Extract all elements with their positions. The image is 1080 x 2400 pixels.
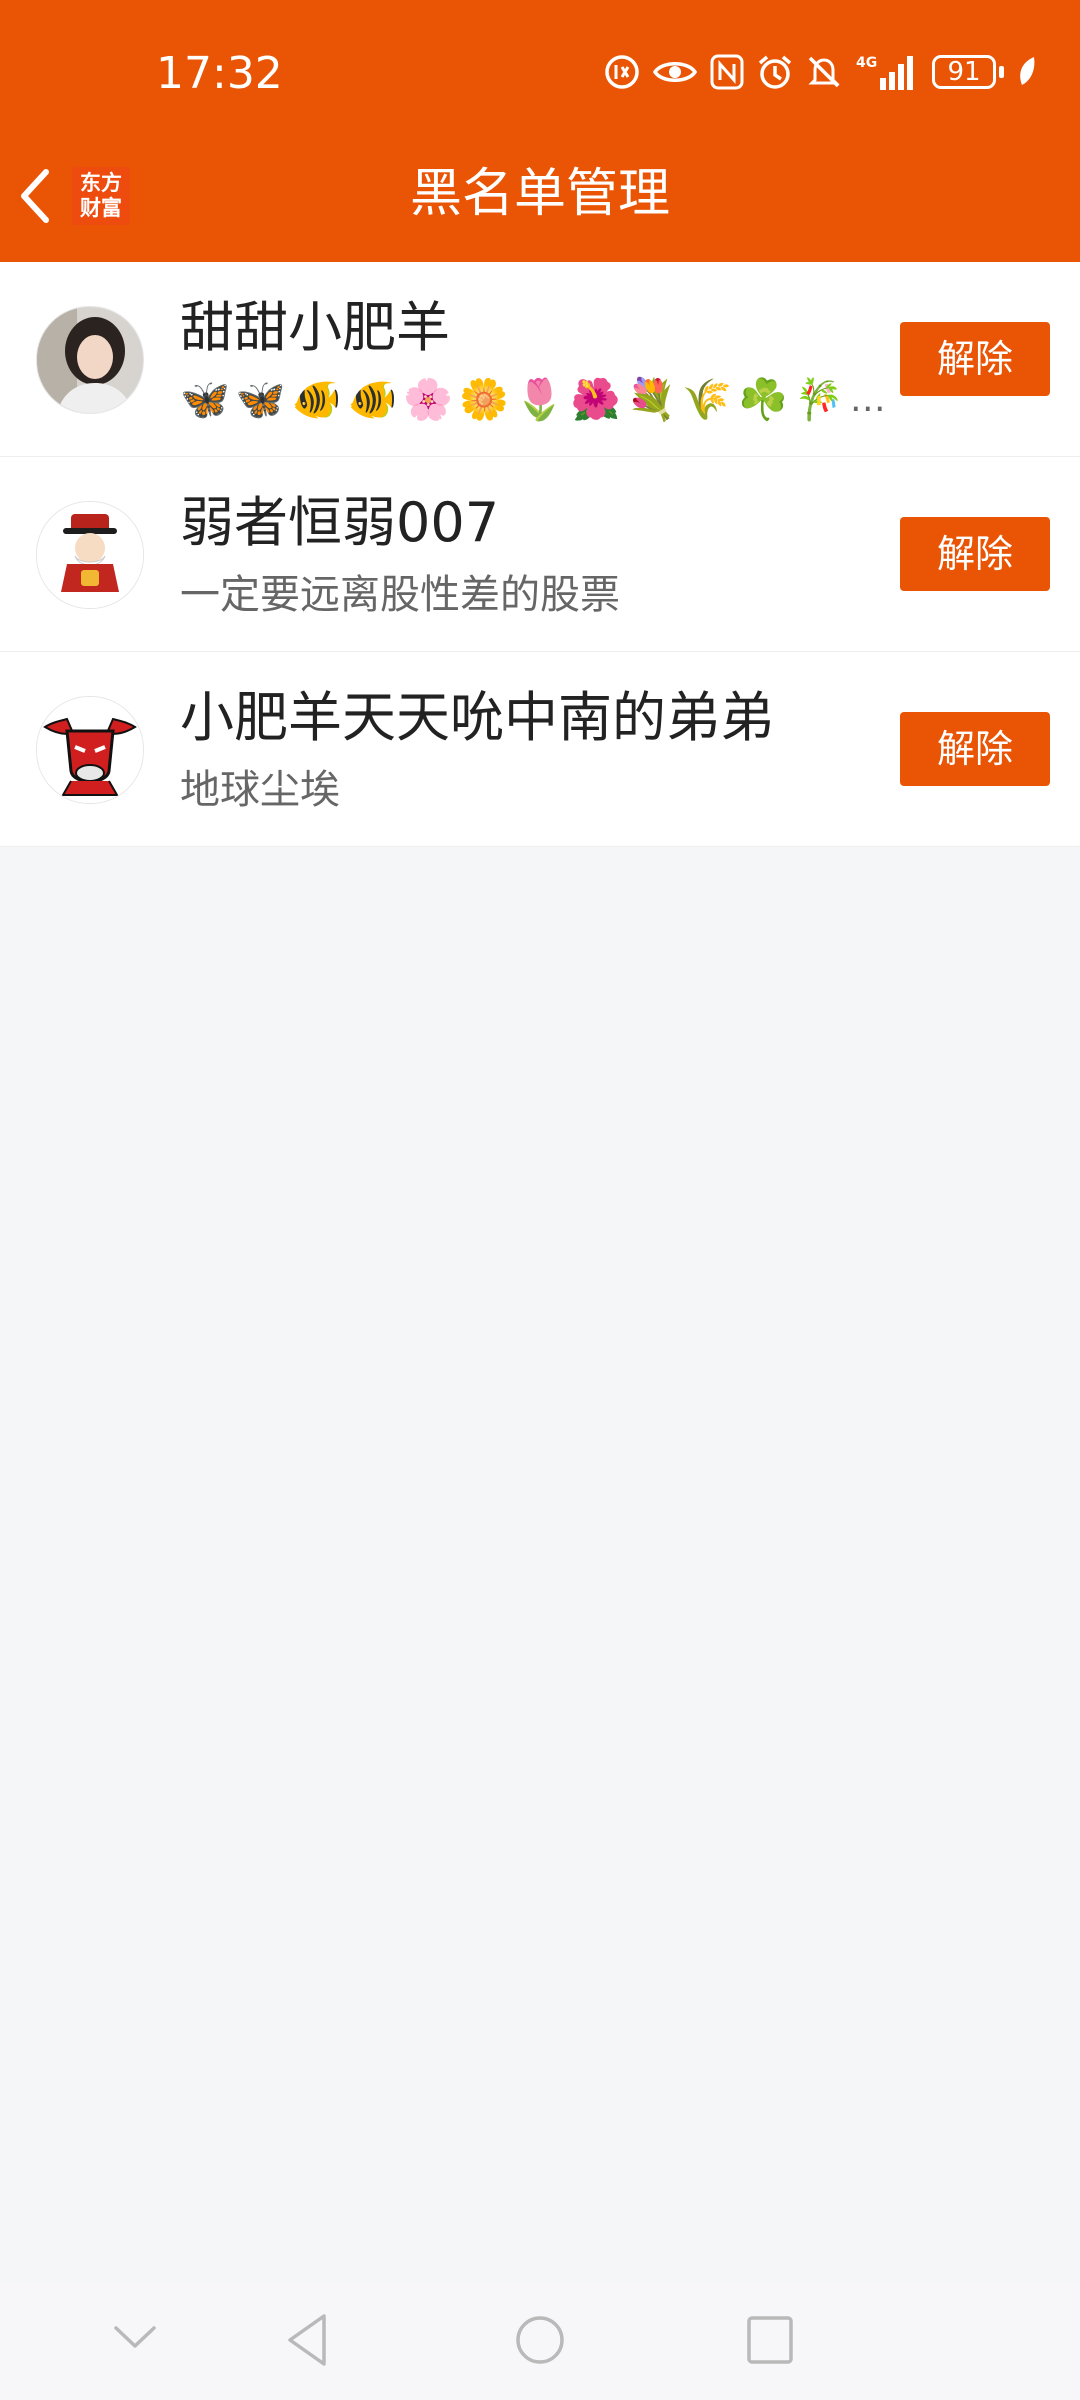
page-title: 黑名单管理 <box>409 164 670 224</box>
nfc-icon <box>710 54 744 90</box>
back-triangle-icon[interactable] <box>284 2312 332 2372</box>
user-bio: 一定要远离股性差的股票 <box>180 572 620 618</box>
list-item: 弱者恒弱007 一定要远离股性差的股票 解除 <box>0 457 1080 652</box>
app-header: 17:32 4G 91 东方 财富 黑名单管理 <box>0 0 1080 262</box>
user-bio: 地球尘埃 <box>180 767 340 813</box>
avatar[interactable] <box>36 696 144 804</box>
user-name: 甜甜小肥羊 <box>180 296 450 359</box>
home-circle-icon[interactable] <box>514 2312 566 2372</box>
mute-icon <box>806 54 842 90</box>
bouquet-emoji: 💐 <box>626 377 677 423</box>
nav-row: 东方 财富 黑名单管理 <box>0 150 1080 240</box>
screen-time-icon <box>604 54 640 90</box>
user-bio: 🦋 🦋 🐠 🐠 🌸 🌼 🌷 🌺 💐 🌾 ☘️ 🎋 … <box>180 372 896 428</box>
eye-icon <box>652 57 698 87</box>
svg-text:4G: 4G <box>856 55 877 71</box>
list-item: 小肥羊天天吮中南的弟弟 地球尘埃 解除 <box>0 652 1080 847</box>
recents-square-icon[interactable] <box>746 2314 794 2370</box>
avatar[interactable] <box>36 501 144 609</box>
bio-ellipsis: … <box>849 379 886 420</box>
butterfly-emoji: 🦋 <box>235 377 286 423</box>
list-item: 甜甜小肥羊 🦋 🦋 🐠 🐠 🌸 🌼 🌷 🌺 💐 🌾 ☘️ 🎋 … 解除 <box>0 262 1080 457</box>
daisy-emoji: 🌼 <box>459 377 509 423</box>
signal-icon: 4G <box>854 52 920 92</box>
shamrock-emoji: ☘️ <box>738 377 788 423</box>
fish-emoji: 🐠 <box>347 377 398 423</box>
blocklist: 甜甜小肥羊 🦋 🦋 🐠 🐠 🌸 🌼 🌷 🌺 💐 🌾 ☘️ 🎋 … 解除 弱者恒弱… <box>0 262 1080 847</box>
unblock-button[interactable]: 解除 <box>900 322 1050 396</box>
unblock-button[interactable]: 解除 <box>900 712 1050 786</box>
tulip-emoji: 🌷 <box>514 377 565 423</box>
unblock-button[interactable]: 解除 <box>900 517 1050 591</box>
avatar[interactable] <box>36 306 144 414</box>
status-icons: 4G 91 <box>604 50 1038 94</box>
tanabata-emoji: 🎋 <box>793 377 844 423</box>
hibiscus-emoji: 🌺 <box>570 377 621 423</box>
status-time: 17:32 <box>156 48 283 99</box>
alarm-icon <box>756 53 794 91</box>
blossom-emoji: 🌸 <box>403 377 454 423</box>
chevron-down-icon[interactable] <box>112 2322 158 2356</box>
battery-level: 91 <box>932 55 996 89</box>
user-name: 弱者恒弱007 <box>180 491 500 554</box>
system-nav-bar <box>0 2282 1080 2400</box>
rice-emoji: 🌾 <box>682 377 733 423</box>
fish-emoji: 🐠 <box>291 377 342 423</box>
battery-icon: 91 <box>932 55 1004 89</box>
leaf-icon <box>1016 55 1038 89</box>
user-name: 小肥羊天天吮中南的弟弟 <box>180 686 774 749</box>
butterfly-emoji: 🦋 <box>180 377 230 423</box>
